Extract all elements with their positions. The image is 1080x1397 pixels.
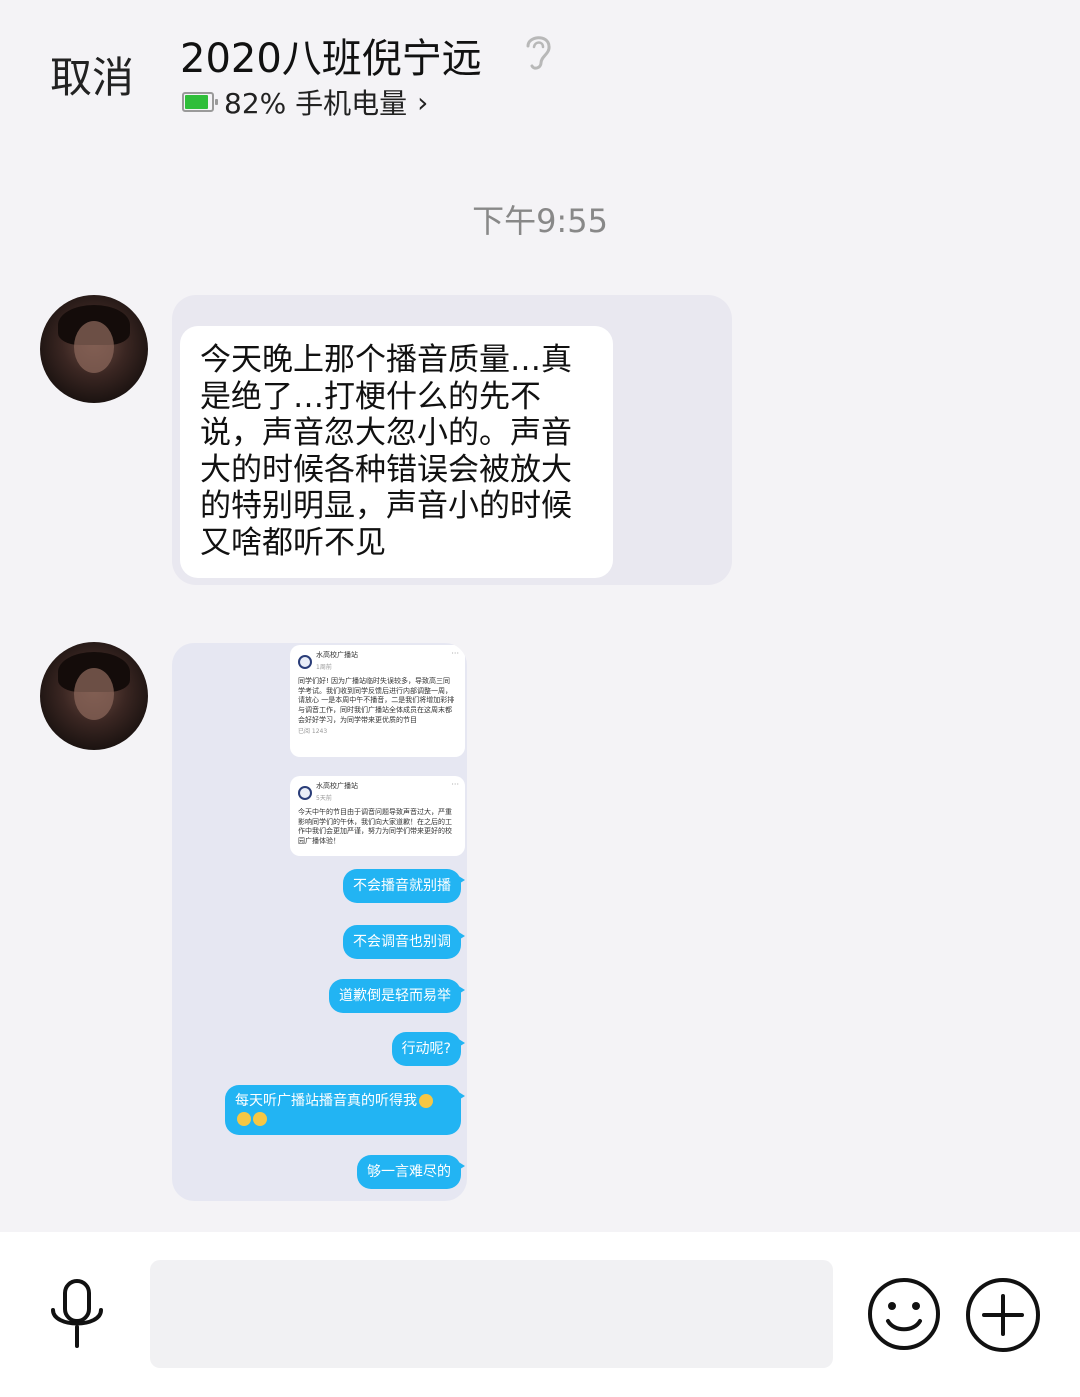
embedded-post: 水高校广播站 1周前 ··· 同学们好! 因为广播站临时失误较多，导致高三同学考…: [290, 645, 465, 757]
message-timestamp: 下午9:55: [472, 202, 608, 240]
more-icon: ···: [451, 780, 459, 789]
post-author: 水高校广播站: [316, 782, 358, 790]
reply-bubble: 够一言难尽的: [357, 1155, 465, 1189]
smile-icon[interactable]: [866, 1276, 942, 1352]
post-date: 5天前: [316, 794, 332, 802]
reply-bubble: 道歉倒是轻而易举: [329, 979, 465, 1013]
reply-bubble: 每天听广播站播音真的听得我: [225, 1085, 465, 1135]
post-body: 同学们好! 因为广播站临时失误较多，导致高三同学考试。我们收到同学反馈后进行内部…: [298, 677, 455, 724]
message-text[interactable]: 今天晚上那个播音质量…真是绝了…打梗什么的先不说，声音忽大忽小的。声音大的时候各…: [180, 326, 613, 578]
battery-text: 82% 手机电量: [224, 87, 408, 120]
battery-icon: [182, 92, 218, 112]
reply-bubble: 行动呢?: [391, 1032, 466, 1066]
laughing-emoji-icon: [237, 1112, 251, 1126]
broadcast-logo-icon: [298, 785, 312, 800]
cancel-button[interactable]: 取消: [50, 44, 134, 105]
reply-bubble: 不会调音也别调: [343, 925, 465, 959]
plus-icon[interactable]: [964, 1276, 1042, 1354]
laughing-emoji-icon: [253, 1112, 267, 1126]
post-body: 今天中午的节目由于调音问题导致声音过大，严重影响同学们的午休，我们向大家道歉！在…: [298, 808, 452, 845]
reply-bubble: 不会播音就别播: [343, 869, 465, 903]
more-icon: ···: [451, 649, 459, 658]
microphone-icon[interactable]: [48, 1278, 106, 1350]
avatar[interactable]: [40, 642, 148, 750]
chat-title[interactable]: 2020八班倪宁远: [180, 26, 482, 84]
embedded-post: 水高校广播站 5天前 ··· 今天中午的节目由于调音问题导致声音过大，严重影响同…: [290, 776, 465, 856]
post-author: 水高校广播站: [316, 651, 358, 659]
ear-icon[interactable]: [520, 30, 556, 72]
post-footer: 已阅 1243: [298, 728, 328, 736]
laughing-emoji-icon: [419, 1094, 433, 1108]
avatar[interactable]: [40, 295, 148, 403]
chevron-right-icon: ›: [417, 85, 429, 119]
reply-text: 每天听广播站播音真的听得我: [235, 1093, 417, 1109]
message-input[interactable]: [150, 1260, 833, 1368]
broadcast-logo-icon: [298, 654, 312, 669]
post-date: 1周前: [316, 663, 332, 671]
phone-battery-status[interactable]: 82% 手机电量 ›: [182, 82, 428, 122]
chat-header: 取消 2020八班倪宁远 82% 手机电量 ›: [0, 0, 1080, 150]
screenshot-image-message[interactable]: 水高校广播站 1周前 ··· 同学们好! 因为广播站临时失误较多，导致高三同学考…: [172, 643, 467, 1201]
